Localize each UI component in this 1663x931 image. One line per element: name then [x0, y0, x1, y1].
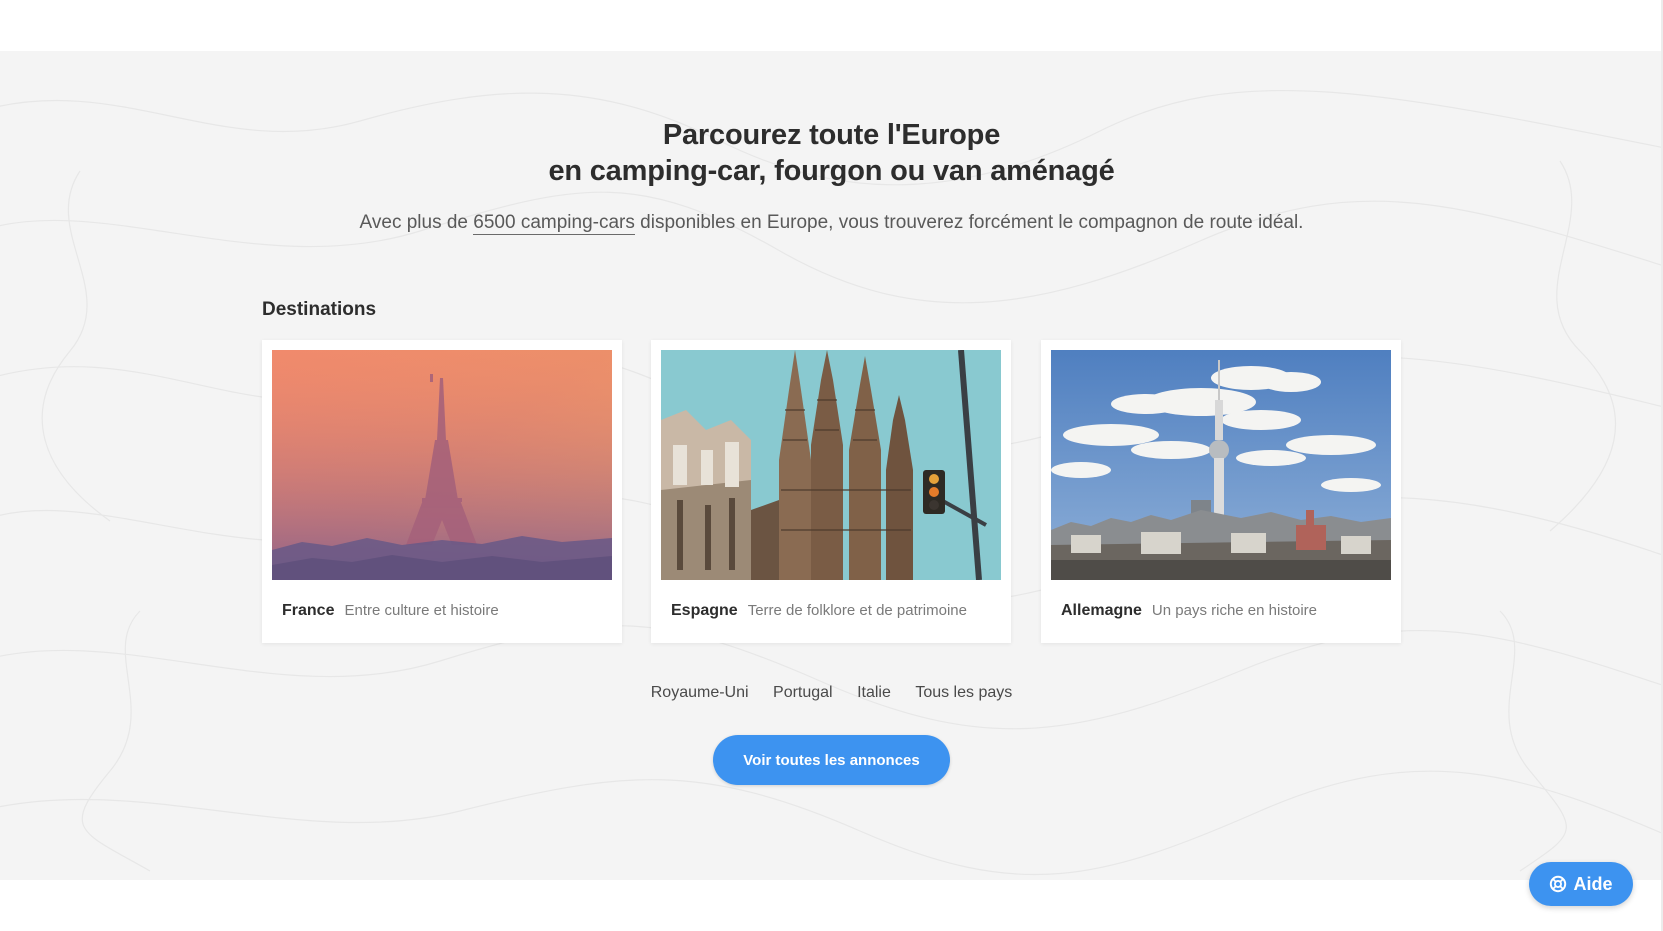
- card-description: Terre de folklore et de patrimoine: [747, 602, 967, 619]
- card-country: France: [282, 602, 335, 619]
- card-country: Espagne: [671, 602, 738, 619]
- card-caption: Allemagne Un pays riche en histoire: [1061, 602, 1317, 620]
- hero-subtitle: Avec plus de 6500 camping-cars disponibl…: [0, 212, 1663, 235]
- hero-title-line2: en camping-car, fourgon ou van aménagé: [548, 155, 1115, 187]
- card-caption: France Entre culture et histoire: [282, 602, 499, 620]
- hero-title-line1: Parcourez toute l'Europe: [662, 119, 1001, 151]
- country-link-all[interactable]: Tous les pays: [915, 684, 1012, 701]
- bottom-bar: [0, 880, 1663, 931]
- card-description: Entre culture et histoire: [344, 602, 499, 619]
- sagrada-familia-photo: [661, 350, 1001, 580]
- berlin-tv-tower-photo: [1051, 350, 1391, 580]
- card-caption: Espagne Terre de folklore et de patrimoin…: [671, 602, 967, 620]
- lifebuoy-icon: [1550, 875, 1567, 893]
- help-label: Aide: [1573, 873, 1613, 894]
- subtitle-text-after: disponibles en Europe, vous trouverez fo…: [634, 212, 1304, 233]
- other-countries-links: Royaume-Uni Portugal Italie Tous les pay…: [0, 684, 1663, 702]
- card-description: Un pays riche en histoire: [1151, 602, 1318, 619]
- help-button[interactable]: Aide: [1529, 862, 1633, 906]
- camping-cars-link[interactable]: 6500 camping-cars: [473, 212, 635, 235]
- country-link-italie[interactable]: Italie: [857, 684, 891, 701]
- country-link-royaume-uni[interactable]: Royaume-Uni: [651, 684, 749, 701]
- destination-card-allemagne[interactable]: Allemagne Un pays riche en histoire: [1041, 340, 1401, 643]
- top-bar: [0, 0, 1663, 51]
- destination-card-france[interactable]: France Entre culture et histoire: [262, 340, 622, 643]
- subtitle-text-before: Avec plus de: [359, 212, 474, 233]
- eiffel-tower-photo: [272, 350, 612, 580]
- destinations-label: Destinations: [262, 299, 377, 320]
- destination-card-espagne[interactable]: Espagne Terre de folklore et de patrimoin…: [651, 340, 1011, 643]
- view-all-listings-button[interactable]: Voir toutes les annonces: [713, 735, 950, 785]
- country-link-portugal[interactable]: Portugal: [773, 684, 833, 701]
- card-country: Allemagne: [1061, 602, 1142, 619]
